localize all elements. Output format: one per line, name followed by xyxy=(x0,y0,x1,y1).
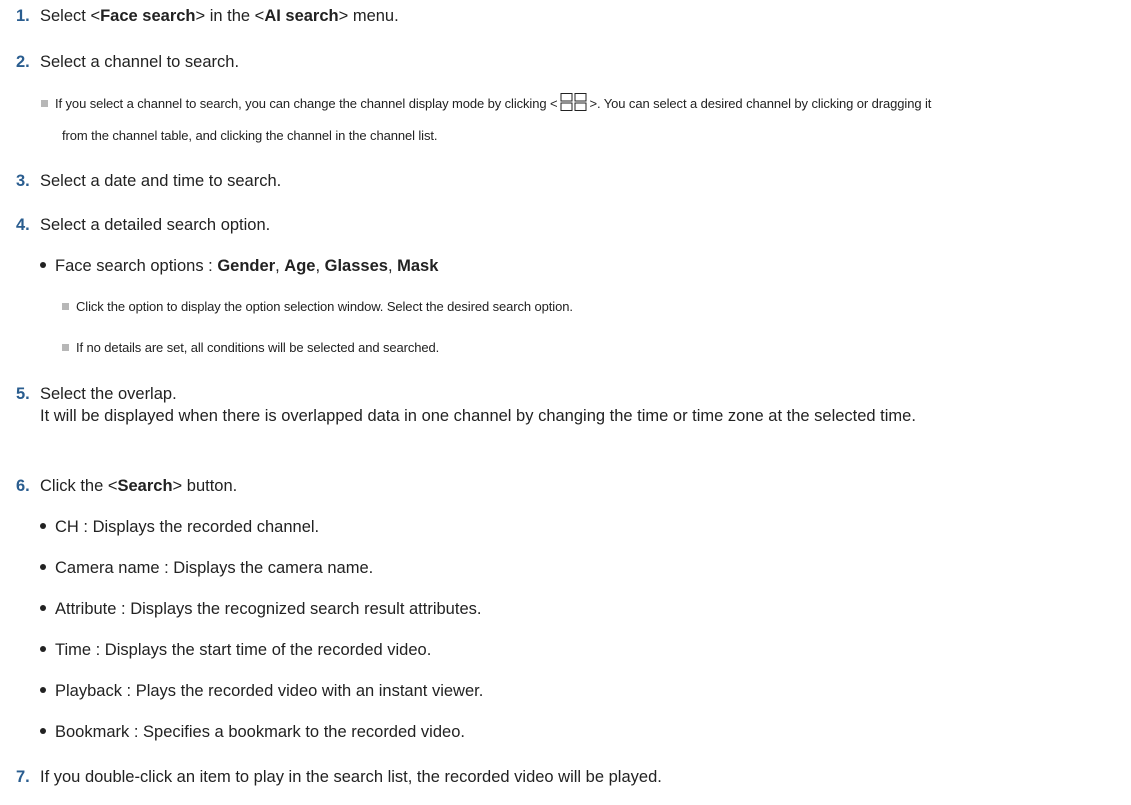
step-text-pre: Click the < xyxy=(40,477,118,495)
note-text: Click the option to display the option s… xyxy=(76,299,573,314)
step-5: 5. Select the overlap. xyxy=(16,383,1116,405)
step-number: 6. xyxy=(16,477,30,495)
step-4: 4. Select a detailed search option. xyxy=(16,214,1116,236)
step-1: 1. Select <Face search> in the <AI search… xyxy=(16,5,1116,27)
step-text-post: > button. xyxy=(172,477,238,495)
separator: , xyxy=(387,257,398,275)
note-square-icon xyxy=(62,303,69,310)
option-gender: Gender xyxy=(217,257,276,275)
step-number: 3. xyxy=(16,172,30,190)
result-column-text: CH : Displays the recorded channel. xyxy=(55,518,320,536)
note-square-icon xyxy=(41,100,48,107)
step-7: 7. If you double-click an item to play in… xyxy=(16,766,1116,788)
result-column-item: Camera name : Displays the camera name. xyxy=(40,557,1100,579)
face-options-label: Face search options : xyxy=(55,257,218,275)
note-channel-mode-line2: from the channel table, and clicking the… xyxy=(62,128,438,143)
manual-page: 1. Select <Face search> in the <AI search… xyxy=(0,0,1131,805)
step-number: 1. xyxy=(16,7,30,25)
result-column-text: Camera name : Displays the camera name. xyxy=(55,559,374,577)
step-number: 7. xyxy=(16,768,30,786)
result-column-item: Playback : Plays the recorded video with… xyxy=(40,680,1100,702)
step-text-pre: Select < xyxy=(40,7,101,25)
bullet-dot-icon xyxy=(40,564,46,570)
bullet-dot-icon xyxy=(40,728,46,734)
step-text: If you double-click an item to play in t… xyxy=(40,768,662,786)
option-glasses: Glasses xyxy=(324,257,388,275)
face-search-menu-label: Face search xyxy=(100,7,196,25)
bullet-dot-icon xyxy=(40,523,46,529)
result-column-text: Bookmark : Specifies a bookmark to the r… xyxy=(55,723,465,741)
result-column-item: Attribute : Displays the recognized sear… xyxy=(40,598,1100,620)
bullet-dot-icon xyxy=(40,646,46,652)
step-number: 5. xyxy=(16,385,30,403)
note-square-icon xyxy=(62,344,69,351)
note-channel-mode: If you select a channel to search, you c… xyxy=(41,93,1121,118)
step-number: 2. xyxy=(16,53,30,71)
step-text: Select a detailed search option. xyxy=(40,216,271,234)
bullet-dot-icon xyxy=(40,687,46,693)
display-mode-grid-icon xyxy=(560,93,588,118)
option-mask: Mask xyxy=(397,257,439,275)
search-button-label: Search xyxy=(117,477,173,495)
result-column-item: Bookmark : Specifies a bookmark to the r… xyxy=(40,721,1100,743)
step-6: 6. Click the <Search> button. xyxy=(16,475,1116,497)
option-age: Age xyxy=(284,257,316,275)
step-text: Select a date and time to search. xyxy=(40,172,282,190)
result-column-text: Playback : Plays the recorded video with… xyxy=(55,682,484,700)
ai-search-menu-label: AI search xyxy=(264,7,339,25)
note-option-window: Click the option to display the option s… xyxy=(62,296,1131,318)
bullet-dot-icon xyxy=(40,262,46,268)
step-3: 3. Select a date and time to search. xyxy=(16,170,1116,192)
step-text: Select the overlap. xyxy=(40,385,177,403)
step-number: 4. xyxy=(16,216,30,234)
bullet-dot-icon xyxy=(40,605,46,611)
step-text: Select a channel to search. xyxy=(40,53,240,71)
result-column-text: Time : Displays the start time of the re… xyxy=(55,641,432,659)
note-text: If no details are set, all conditions wi… xyxy=(76,340,440,355)
note-no-details: If no details are set, all conditions wi… xyxy=(62,337,1131,359)
note-text-pre: If you select a channel to search, you c… xyxy=(55,96,558,111)
face-search-options-item: Face search options : Gender, Age, Glass… xyxy=(40,255,1100,277)
result-column-item: CH : Displays the recorded channel. xyxy=(40,516,1100,538)
result-column-text: Attribute : Displays the recognized sear… xyxy=(55,600,482,618)
result-column-item: Time : Displays the start time of the re… xyxy=(40,639,1100,661)
step-text-mid: > in the < xyxy=(195,7,265,25)
step-text-post: > menu. xyxy=(338,7,399,25)
step-2: 2. Select a channel to search. xyxy=(16,51,1116,73)
step-5-continuation: It will be displayed when there is overl… xyxy=(40,407,916,425)
separator: , xyxy=(315,257,325,275)
separator: , xyxy=(275,257,285,275)
note-text-post: >. You can select a desired channel by c… xyxy=(589,96,932,111)
